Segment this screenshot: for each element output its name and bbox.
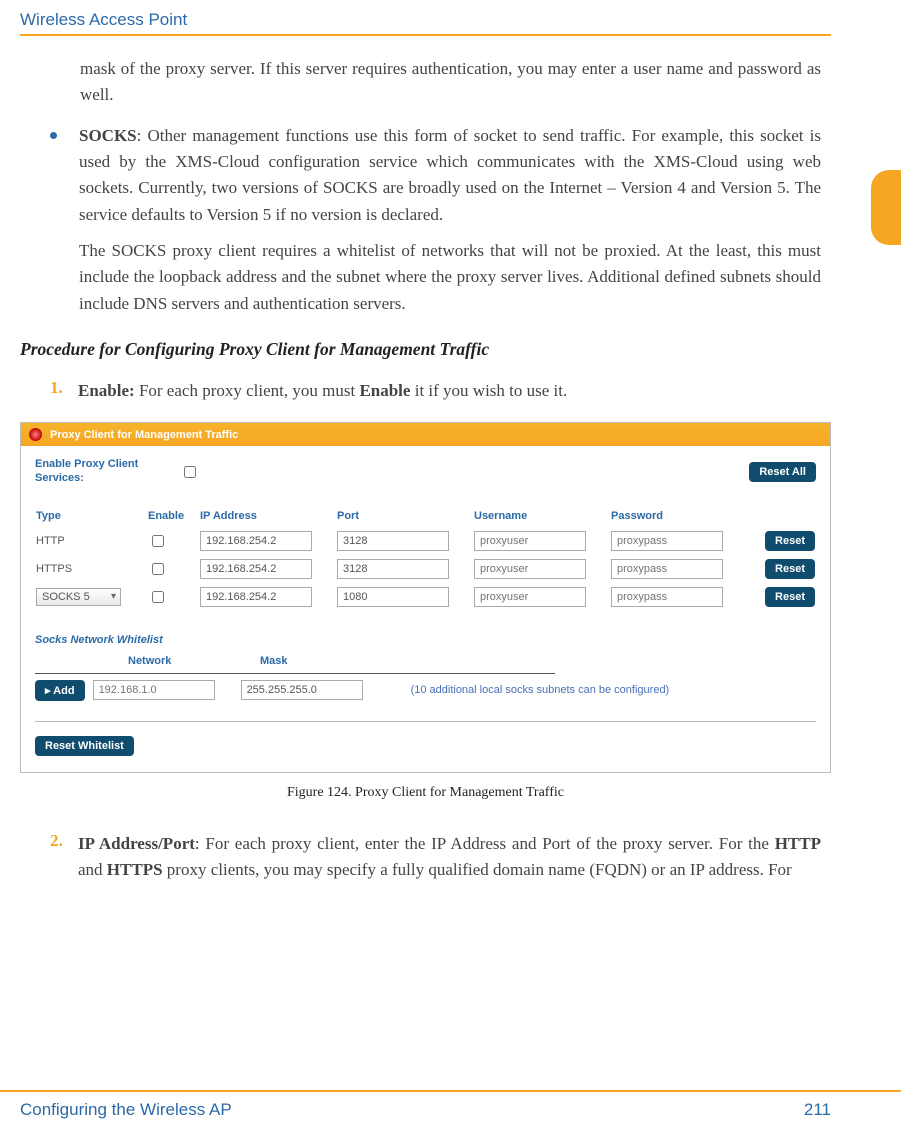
bullet-icon: [50, 132, 57, 139]
reset-whitelist-button[interactable]: Reset Whitelist: [35, 736, 134, 756]
reset-button[interactable]: Reset: [765, 531, 815, 551]
col-enable: Enable: [147, 509, 199, 524]
figure-banner: Proxy Client for Management Traffic: [21, 423, 830, 446]
footer-section: Configuring the Wireless AP: [20, 1100, 232, 1120]
step-2-text: IP Address/Port: For each proxy client, …: [78, 831, 821, 884]
username-input[interactable]: [474, 531, 586, 551]
row-type: HTTPS: [35, 558, 147, 580]
port-input[interactable]: [337, 587, 449, 607]
figure-caption: Figure 124. Proxy Client for Management …: [20, 785, 831, 801]
reset-all-button[interactable]: Reset All: [749, 462, 816, 482]
ip-input[interactable]: [200, 531, 312, 551]
username-input[interactable]: [474, 559, 586, 579]
paragraph-socks: SOCKS: Other management functions use th…: [79, 123, 821, 228]
whitelist-heading: Socks Network Whitelist: [35, 634, 816, 646]
step-2-label: IP Address/Port: [78, 834, 195, 853]
step-1-text: Enable: For each proxy client, you must …: [78, 378, 567, 404]
banner-title: Proxy Client for Management Traffic: [50, 429, 238, 441]
whitelist-network-input[interactable]: [93, 680, 215, 700]
row-enable-checkbox[interactable]: [152, 535, 164, 547]
enable-services-label: Enable Proxy Client Services:: [35, 458, 180, 484]
col-user: Username: [473, 509, 610, 524]
header-title: Wireless Access Point: [20, 10, 831, 36]
port-input[interactable]: [337, 531, 449, 551]
divider: [35, 721, 816, 722]
banner-dot-icon: [29, 428, 42, 441]
row-type: HTTP: [35, 530, 147, 552]
step-1-label: Enable:: [78, 381, 135, 400]
step-number: 2.: [50, 831, 78, 884]
page-number: 211: [804, 1100, 831, 1120]
col-ip: IP Address: [199, 509, 336, 524]
add-button[interactable]: ▸ Add: [35, 680, 85, 701]
ip-input[interactable]: [200, 559, 312, 579]
proxy-table: Type Enable IP Address Port Username Pas…: [35, 503, 816, 614]
password-input[interactable]: [611, 587, 723, 607]
password-input[interactable]: [611, 531, 723, 551]
reset-button[interactable]: Reset: [765, 587, 815, 607]
reset-button[interactable]: Reset: [765, 559, 815, 579]
table-row: HTTPS Reset: [35, 558, 816, 580]
row-enable-checkbox[interactable]: [152, 591, 164, 603]
ip-input[interactable]: [200, 587, 312, 607]
col-type: Type: [35, 509, 147, 524]
enable-services-checkbox[interactable]: [184, 466, 196, 478]
paragraph-mask: mask of the proxy server. If this server…: [80, 56, 821, 109]
col-port: Port: [336, 509, 473, 524]
side-tab: [871, 170, 901, 245]
table-row: HTTP Reset: [35, 530, 816, 552]
procedure-heading: Procedure for Configuring Proxy Client f…: [20, 339, 831, 360]
wl-col-network: Network: [127, 654, 259, 669]
paragraph-socks-more: The SOCKS proxy client requires a whitel…: [79, 238, 821, 317]
row-enable-checkbox[interactable]: [152, 563, 164, 575]
socks-body: : Other management functions use this fo…: [79, 126, 821, 224]
whitelist-mask-input[interactable]: [241, 680, 363, 700]
whitelist-note: (10 additional local socks subnets can b…: [411, 684, 670, 696]
figure-screenshot: Proxy Client for Management Traffic Enab…: [20, 422, 831, 772]
wl-col-mask: Mask: [259, 654, 555, 669]
table-row: SOCKS 5 Reset: [35, 586, 816, 608]
username-input[interactable]: [474, 587, 586, 607]
port-input[interactable]: [337, 559, 449, 579]
col-pass: Password: [610, 509, 747, 524]
password-input[interactable]: [611, 559, 723, 579]
socks-version-select[interactable]: SOCKS 5: [36, 588, 121, 606]
step-number: 1.: [50, 378, 78, 404]
socks-label: SOCKS: [79, 126, 137, 145]
